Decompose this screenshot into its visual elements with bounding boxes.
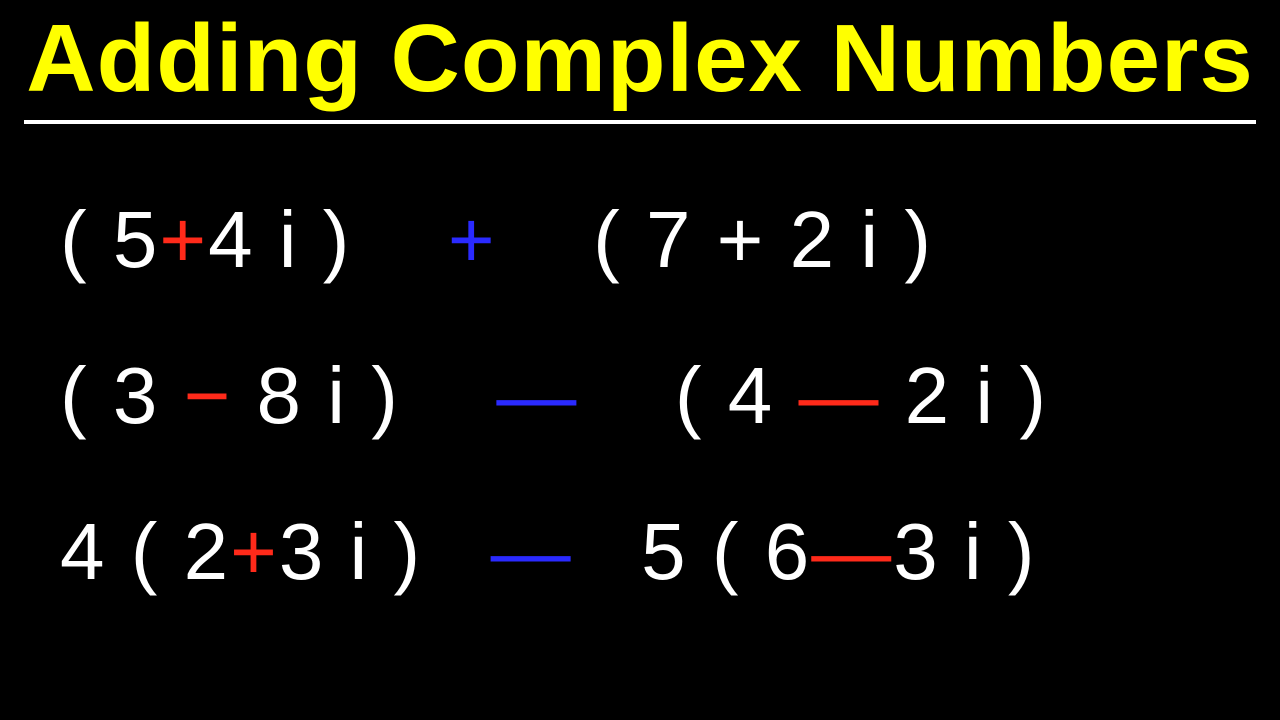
l1-paren1-rest: 4 i ) bbox=[208, 195, 351, 284]
l1-paren1-op: + bbox=[159, 195, 208, 284]
l3-paren1-open: ( 2 bbox=[107, 507, 231, 596]
l2-paren1-rest: 8 i ) bbox=[232, 351, 400, 440]
l3-middle-op: — bbox=[491, 507, 573, 596]
l2-paren2-rest: 2 i ) bbox=[880, 351, 1048, 440]
l1-paren2: ( 7 + 2 i ) bbox=[593, 195, 933, 284]
l3-paren2-op: — bbox=[811, 507, 893, 596]
l2-middle-op: — bbox=[496, 351, 578, 440]
l3-paren2-rest: 3 i ) bbox=[893, 507, 1036, 596]
l3-paren2-open: ( 6 bbox=[688, 507, 812, 596]
l2-paren1-open: ( 3 bbox=[60, 351, 184, 440]
expression-line-1: ( 5+4 i ) + ( 7 + 2 i ) bbox=[60, 194, 1220, 286]
l3-coef1: 4 bbox=[60, 507, 107, 596]
l2-paren2-open: ( 4 bbox=[675, 351, 799, 440]
l1-middle-op: + bbox=[448, 195, 497, 284]
math-body: ( 5+4 i ) + ( 7 + 2 i ) ( 3 − 8 i ) — ( … bbox=[0, 124, 1280, 598]
expression-line-2: ( 3 − 8 i ) — ( 4 — 2 i ) bbox=[60, 350, 1220, 442]
l3-paren1-rest: 3 i ) bbox=[279, 507, 422, 596]
page-title: Adding Complex Numbers bbox=[0, 0, 1280, 114]
expression-line-3: 4 ( 2+3 i ) — 5 ( 6—3 i ) bbox=[60, 506, 1220, 598]
l2-paren2-op: — bbox=[798, 351, 880, 440]
l1-paren1-open: ( 5 bbox=[60, 195, 159, 284]
l2-paren1-op: − bbox=[184, 351, 233, 440]
l3-coef2: 5 bbox=[641, 507, 688, 596]
l3-paren1-op: + bbox=[230, 507, 279, 596]
